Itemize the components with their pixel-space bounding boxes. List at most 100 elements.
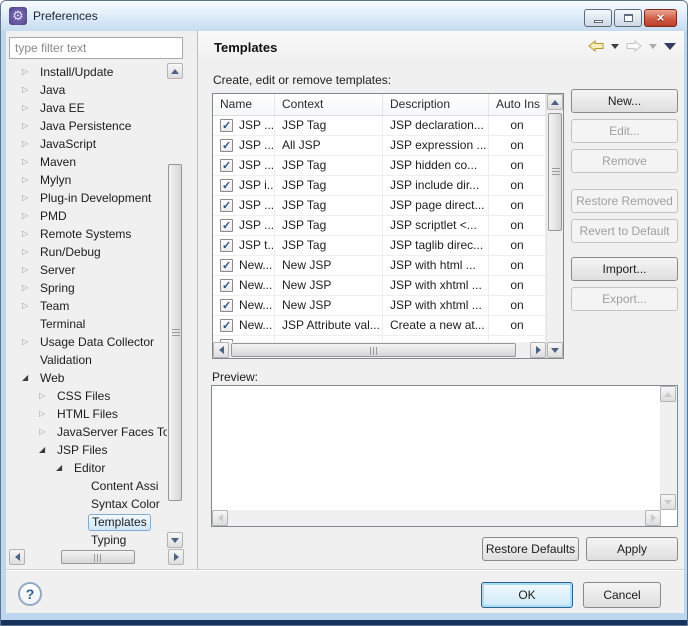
back-icon[interactable] bbox=[588, 40, 604, 52]
tree-horizontal-scrollbar[interactable] bbox=[9, 549, 184, 566]
tree-item-templates[interactable]: Templates bbox=[9, 513, 171, 531]
template-checkbox[interactable]: ✓ bbox=[220, 299, 233, 312]
tree-item-typing[interactable]: Typing bbox=[9, 531, 171, 549]
remove-button[interactable]: Remove bbox=[571, 149, 678, 173]
scroll-right-button[interactable] bbox=[645, 510, 661, 526]
new-button[interactable]: New... bbox=[571, 89, 678, 113]
scroll-left-button[interactable] bbox=[213, 342, 229, 358]
scroll-up-button[interactable] bbox=[547, 94, 563, 110]
view-menu-icon[interactable] bbox=[664, 43, 676, 50]
column-header-description[interactable]: Description bbox=[383, 94, 489, 115]
expand-icon[interactable]: ▷ bbox=[22, 153, 37, 171]
template-checkbox[interactable]: ✓ bbox=[220, 319, 233, 332]
template-checkbox[interactable]: ✓ bbox=[220, 119, 233, 132]
import-button[interactable]: Import... bbox=[571, 257, 678, 281]
expand-icon[interactable]: ▷ bbox=[22, 81, 37, 99]
scroll-right-button[interactable] bbox=[168, 549, 184, 565]
table-row[interactable]: ✓JSP ...JSP TagJSP scriptlet <...on bbox=[213, 216, 546, 236]
tree-item-run-debug[interactable]: ▷Run/Debug bbox=[9, 243, 171, 261]
template-checkbox[interactable]: ✓ bbox=[220, 179, 233, 192]
table-row[interactable]: ✓New...New JSPJSP with xhtml ...on bbox=[213, 296, 546, 316]
tree-item-remote-systems[interactable]: ▷Remote Systems bbox=[9, 225, 171, 243]
expand-icon[interactable]: ▷ bbox=[22, 243, 37, 261]
tree-item-java-ee[interactable]: ▷Java EE bbox=[9, 99, 171, 117]
scroll-thumb[interactable] bbox=[231, 343, 516, 357]
table-row[interactable]: ✓New...JSP Attribute val...Create a new … bbox=[213, 316, 546, 336]
help-button[interactable]: ? bbox=[18, 582, 42, 606]
table-horizontal-scrollbar[interactable] bbox=[213, 342, 546, 358]
tree-item-mylyn[interactable]: ▷Mylyn bbox=[9, 171, 171, 189]
tree-item-javascript[interactable]: ▷JavaScript bbox=[9, 135, 171, 153]
template-checkbox[interactable]: ✓ bbox=[220, 279, 233, 292]
expand-icon[interactable]: ▷ bbox=[39, 423, 54, 441]
scroll-up-button[interactable] bbox=[660, 386, 676, 402]
collapse-icon[interactable]: ◢ bbox=[39, 441, 54, 459]
expand-icon[interactable]: ▷ bbox=[22, 117, 37, 135]
tree-item-editor[interactable]: ◢Editor bbox=[9, 459, 171, 477]
expand-icon[interactable]: ▷ bbox=[22, 135, 37, 153]
template-checkbox[interactable]: ✓ bbox=[220, 159, 233, 172]
table-row[interactable]: ✓JSP ...All JSPJSP expression ...on bbox=[213, 136, 546, 156]
column-header-auto-ins[interactable]: Auto Ins bbox=[489, 94, 546, 115]
scroll-left-button[interactable] bbox=[9, 549, 25, 565]
revert-to-default-button[interactable]: Revert to Default bbox=[571, 219, 678, 243]
tree-item-web[interactable]: ◢Web bbox=[9, 369, 171, 387]
tree-item-jsp-files[interactable]: ◢JSP Files bbox=[9, 441, 171, 459]
template-checkbox[interactable]: ✓ bbox=[220, 219, 233, 232]
expand-icon[interactable]: ▷ bbox=[22, 171, 37, 189]
tree-item-syntax-color[interactable]: Syntax Color bbox=[9, 495, 171, 513]
scroll-thumb[interactable] bbox=[61, 550, 135, 564]
tree-item-server[interactable]: ▷Server bbox=[9, 261, 171, 279]
cancel-button[interactable]: Cancel bbox=[583, 582, 661, 608]
tree-item-install-update[interactable]: ▷Install/Update bbox=[9, 63, 171, 81]
collapse-icon[interactable]: ◢ bbox=[56, 459, 71, 477]
tree-item-plug-in-development[interactable]: ▷Plug-in Development bbox=[9, 189, 171, 207]
expand-icon[interactable]: ▷ bbox=[22, 189, 37, 207]
expand-icon[interactable]: ▷ bbox=[22, 279, 37, 297]
expand-icon[interactable]: ▷ bbox=[22, 261, 37, 279]
table-row[interactable]: ✓JSP ...JSP TagJSP page direct...on bbox=[213, 196, 546, 216]
template-checkbox[interactable]: ✓ bbox=[220, 239, 233, 252]
expand-icon[interactable]: ▷ bbox=[22, 63, 37, 81]
back-history-dropdown-icon[interactable] bbox=[611, 44, 619, 49]
table-row[interactable]: ✓JSP ...JSP TagJSP hidden co...on bbox=[213, 156, 546, 176]
expand-icon[interactable]: ▷ bbox=[22, 99, 37, 117]
tree-item-content-assi[interactable]: Content Assi bbox=[9, 477, 171, 495]
restore-defaults-button[interactable]: Restore Defaults bbox=[482, 537, 579, 561]
edit-button[interactable]: Edit... bbox=[571, 119, 678, 143]
scroll-thumb[interactable] bbox=[548, 113, 562, 231]
tree-item-java[interactable]: ▷Java bbox=[9, 81, 171, 99]
table-row[interactable]: ✓New...New JSPJSP with xhtml ...on bbox=[213, 276, 546, 296]
expand-icon[interactable]: ▷ bbox=[39, 405, 54, 423]
tree-item-team[interactable]: ▷Team bbox=[9, 297, 171, 315]
template-checkbox[interactable]: ✓ bbox=[220, 199, 233, 212]
table-vertical-scrollbar[interactable] bbox=[546, 94, 563, 358]
scroll-down-button[interactable] bbox=[547, 342, 563, 358]
scroll-thumb[interactable] bbox=[168, 164, 182, 501]
close-button[interactable]: × bbox=[644, 9, 677, 27]
scroll-right-button[interactable] bbox=[530, 342, 546, 358]
tree-item-java-persistence[interactable]: ▷Java Persistence bbox=[9, 117, 171, 135]
expand-icon[interactable]: ▷ bbox=[39, 387, 54, 405]
forward-icon[interactable] bbox=[626, 40, 642, 52]
tree-item-usage-data-collector[interactable]: ▷Usage Data Collector bbox=[9, 333, 171, 351]
template-checkbox[interactable]: ✓ bbox=[220, 139, 233, 152]
template-checkbox[interactable]: ✓ bbox=[220, 259, 233, 272]
tree-item-javaserver-faces-to[interactable]: ▷JavaServer Faces To bbox=[9, 423, 171, 441]
scroll-left-button[interactable] bbox=[212, 510, 228, 526]
scroll-up-button[interactable] bbox=[167, 63, 183, 79]
column-header-context[interactable]: Context bbox=[275, 94, 383, 115]
filter-input[interactable] bbox=[9, 37, 183, 59]
collapse-icon[interactable]: ◢ bbox=[22, 369, 37, 387]
preview-horizontal-scrollbar[interactable] bbox=[212, 510, 661, 526]
maximize-button[interactable] bbox=[614, 9, 642, 27]
minimize-button[interactable] bbox=[584, 9, 612, 27]
expand-icon[interactable]: ▷ bbox=[22, 207, 37, 225]
scroll-down-button[interactable] bbox=[660, 494, 676, 510]
titlebar[interactable]: ⚙ Preferences × bbox=[1, 1, 687, 31]
table-row[interactable]: ✓JSP i...JSP TagJSP include dir...on bbox=[213, 176, 546, 196]
preview-box[interactable] bbox=[211, 385, 678, 527]
tree-item-spring[interactable]: ▷Spring bbox=[9, 279, 171, 297]
forward-history-dropdown-icon[interactable] bbox=[649, 44, 657, 49]
tree-item-terminal[interactable]: Terminal bbox=[9, 315, 171, 333]
